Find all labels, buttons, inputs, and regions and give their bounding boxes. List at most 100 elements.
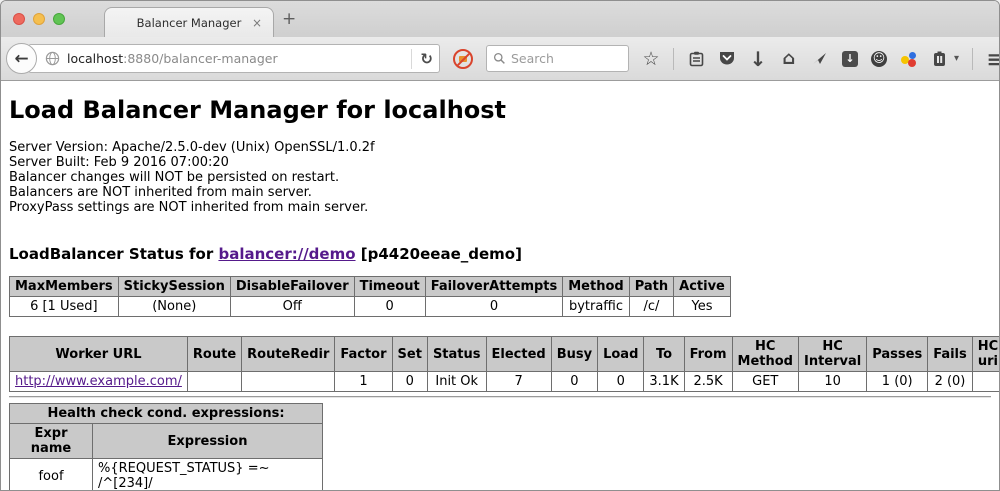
cell-hc-interval: 10: [798, 372, 866, 392]
toolbar-divider: [673, 48, 674, 70]
cell-hc-method: GET: [732, 372, 798, 392]
cell-failoverattempts: 0: [425, 297, 563, 317]
col-passes: Passes: [867, 337, 928, 372]
colored-dots-extension-icon[interactable]: [900, 51, 917, 67]
toolbar-icons: ☆ ↓ ⌂: [642, 48, 1000, 70]
col-expr-name: Expr name: [10, 424, 93, 459]
cell-status: Init Ok: [427, 372, 486, 392]
search-input[interactable]: [511, 51, 611, 66]
col-maxmembers: MaxMembers: [10, 277, 119, 297]
downloads-icon[interactable]: ↓: [749, 50, 767, 68]
balancer-data-row: 6 [1 Used] (None) Off 0 0 bytraffic /c/ …: [10, 297, 731, 317]
bookmarks-clipboard-icon[interactable]: [687, 51, 705, 67]
col-fails: Fails: [928, 337, 973, 372]
flashblock-icon[interactable]: [453, 49, 473, 69]
toolbar-divider-2: [972, 48, 973, 70]
close-window-button[interactable]: [13, 13, 25, 25]
url-bar[interactable]: localhost:8880/balancer-manager ↻: [28, 44, 440, 73]
cell-worker-url: http://www.example.com/: [10, 372, 188, 392]
col-load: Load: [598, 337, 644, 372]
col-worker-url: Worker URL: [10, 337, 188, 372]
balancer-params-table: MaxMembers StickySession DisableFailover…: [9, 276, 731, 317]
page-title: Load Balancer Manager for localhost: [9, 81, 991, 124]
server-info: Server Version: Apache/2.5.0-dev (Unix) …: [9, 140, 991, 215]
col-routeredir: RouteRedir: [242, 337, 335, 372]
col-route: Route: [187, 337, 241, 372]
pocket-icon[interactable]: [718, 51, 736, 66]
col-hc-method: HC Method: [732, 337, 798, 372]
status-prefix: LoadBalancer Status for: [9, 245, 218, 263]
cell-load: 0: [598, 372, 644, 392]
cell-set: 0: [392, 372, 427, 392]
cell-from: 2.5K: [684, 372, 732, 392]
col-to: To: [644, 337, 684, 372]
proxypass-inherit-line: ProxyPass settings are NOT inherited fro…: [9, 200, 991, 215]
worker-data-row: http://www.example.com/ 1 0 Init Ok 7 0 …: [10, 372, 1000, 392]
cell-maxmembers: 6 [1 Used]: [10, 297, 119, 317]
server-built-line: Server Built: Feb 9 2016 07:00:20: [9, 155, 991, 170]
health-header-row: Expr name Expression: [10, 424, 323, 459]
video-download-icon[interactable]: ↓: [842, 51, 858, 67]
url-text: localhost:8880/balancer-manager: [67, 51, 403, 66]
send-tab-icon[interactable]: [811, 51, 829, 67]
health-check-table: Health check cond. expressions: Expr nam…: [9, 403, 323, 491]
cell-timeout: 0: [354, 297, 425, 317]
col-status: Status: [427, 337, 486, 372]
health-title-row: Health check cond. expressions:: [10, 404, 323, 424]
new-tab-button[interactable]: +: [282, 9, 296, 29]
cell-method: bytraffic: [563, 297, 629, 317]
reload-button[interactable]: ↻: [420, 50, 433, 68]
cell-passes: 1 (0): [867, 372, 928, 392]
cell-routeredir: [242, 372, 335, 392]
worker-table: Worker URL Route RouteRedir Factor Set S…: [9, 336, 999, 392]
bookmark-star-icon[interactable]: ☆: [642, 50, 660, 68]
cell-to: 3.1K: [644, 372, 684, 392]
urlbar-divider: [411, 49, 412, 69]
cell-busy: 0: [551, 372, 597, 392]
worker-header-row: Worker URL Route RouteRedir Factor Set S…: [10, 337, 1000, 372]
cell-expr-name-foof: foof: [10, 459, 93, 491]
cell-path: /c/: [629, 297, 673, 317]
col-timeout: Timeout: [354, 277, 425, 297]
cell-stickysession: (None): [118, 297, 230, 317]
worker-url-link[interactable]: http://www.example.com/: [15, 374, 182, 389]
loadbalancer-status-heading: LoadBalancer Status for balancer://demo …: [9, 245, 991, 263]
back-button[interactable]: ←: [6, 43, 37, 74]
traffic-lights: [13, 13, 65, 25]
col-disablefailover: DisableFailover: [230, 277, 354, 297]
tab-close-icon[interactable]: ×: [252, 16, 262, 30]
page-content: Load Balancer Manager for localhost Serv…: [1, 81, 999, 491]
feedback-smiley-icon[interactable]: ☺: [871, 51, 887, 67]
cell-elected: 7: [486, 372, 551, 392]
col-hc-interval: HC Interval: [798, 337, 866, 372]
cell-hc-uri: [972, 372, 999, 392]
menu-hamburger-icon[interactable]: ≡: [986, 50, 1000, 68]
cell-route: [187, 372, 241, 392]
col-hc-uri: HC uri: [972, 337, 999, 372]
server-version-line: Server Version: Apache/2.5.0-dev (Unix) …: [9, 140, 991, 155]
col-stickysession: StickySession: [118, 277, 230, 297]
col-failoverattempts: FailoverAttempts: [425, 277, 563, 297]
tab-balancer-manager[interactable]: Balancer Manager ×: [104, 7, 274, 37]
url-path: :8880/balancer-manager: [123, 51, 277, 66]
tab-title: Balancer Manager: [137, 16, 242, 30]
health-row-foof: foof %{REQUEST_STATUS} =~ /^[234]/: [10, 459, 323, 491]
cell-factor: 1: [335, 372, 392, 392]
globe-icon: [45, 51, 60, 66]
col-busy: Busy: [551, 337, 597, 372]
col-set: Set: [392, 337, 427, 372]
minimize-window-button[interactable]: [33, 13, 45, 25]
home-icon[interactable]: ⌂: [780, 50, 798, 68]
search-icon: [493, 52, 506, 65]
col-from: From: [684, 337, 732, 372]
battery-extension-icon[interactable]: [930, 51, 948, 67]
status-suffix: [p4420eeae_demo]: [356, 245, 522, 263]
col-method: Method: [563, 277, 629, 297]
overflow-caret-icon[interactable]: ▾: [954, 53, 959, 64]
persist-warning-line: Balancer changes will NOT be persisted o…: [9, 170, 991, 185]
col-factor: Factor: [335, 337, 392, 372]
zoom-window-button[interactable]: [53, 13, 65, 25]
col-active: Active: [674, 277, 731, 297]
health-table-title: Health check cond. expressions:: [10, 404, 323, 424]
balancer-demo-link[interactable]: balancer://demo: [218, 245, 355, 263]
